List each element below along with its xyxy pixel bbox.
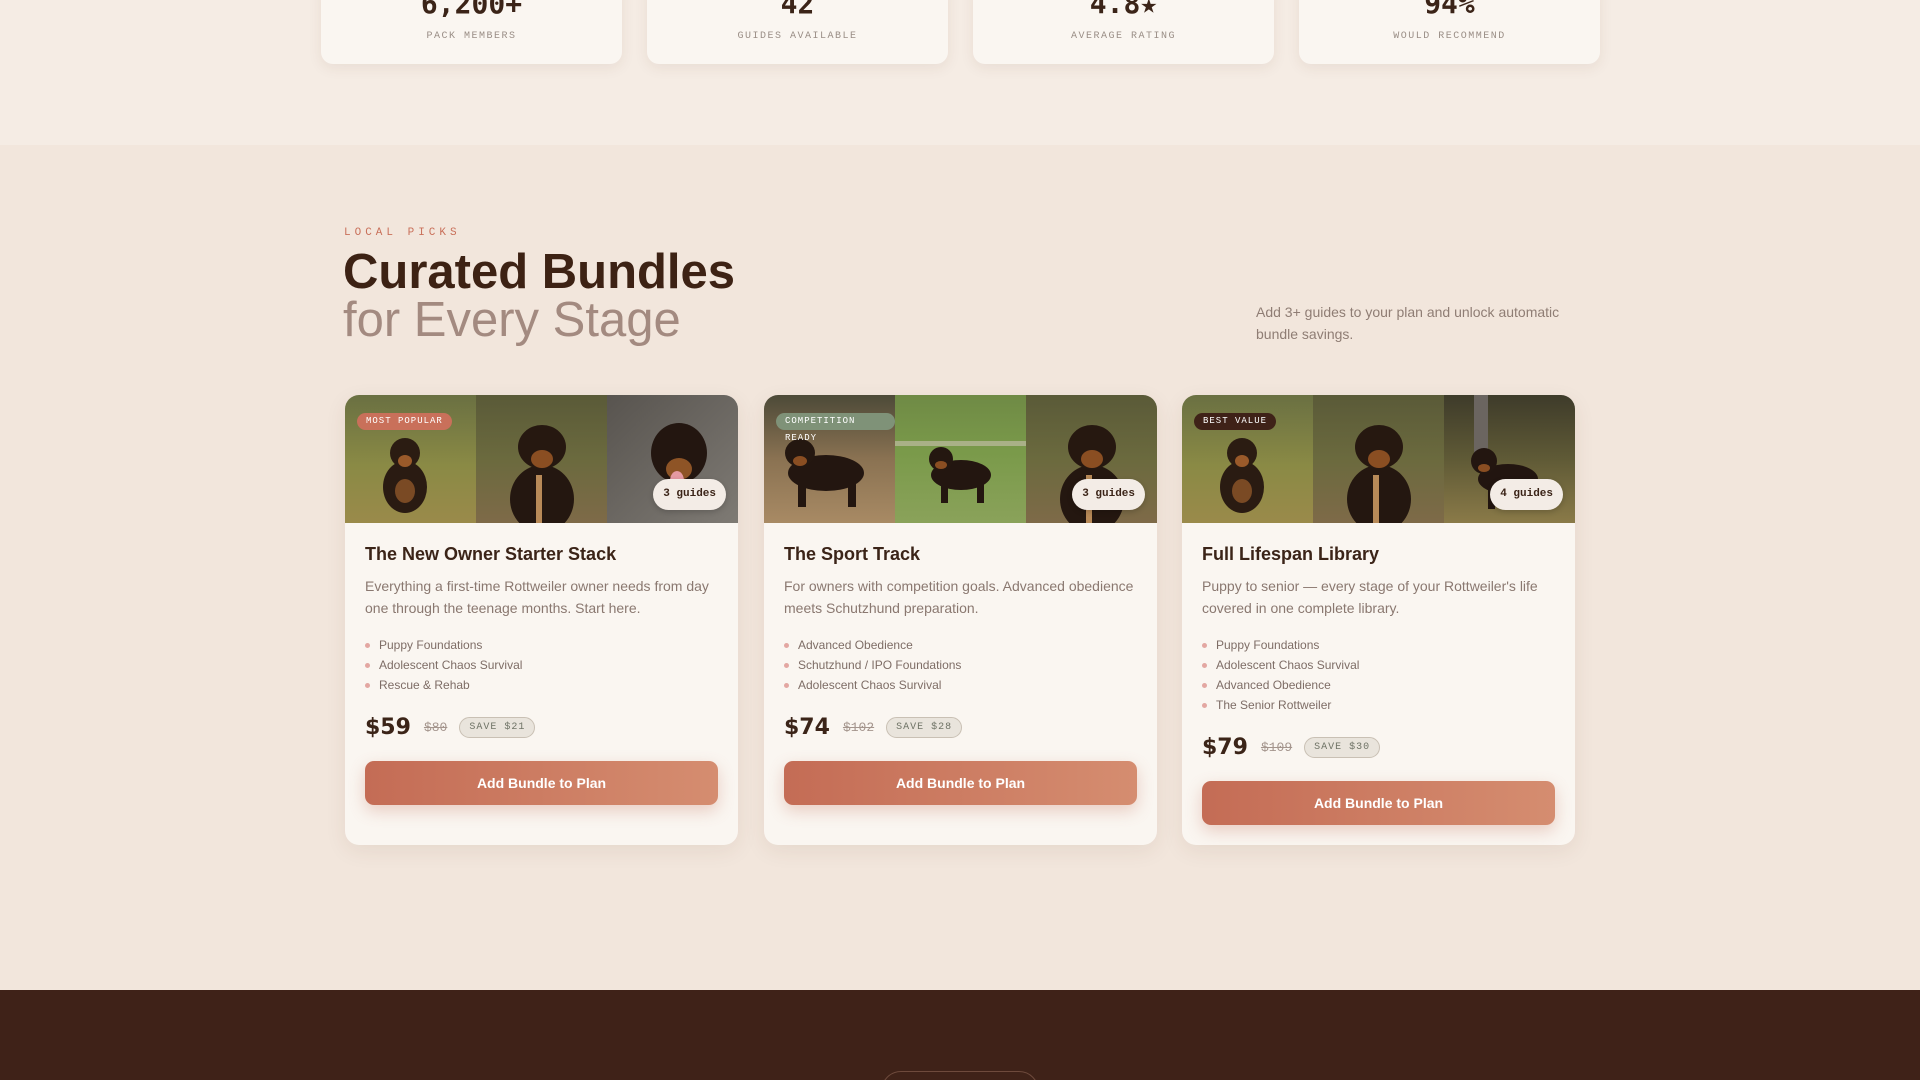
bundle-description: Puppy to senior — every stage of your Ro… (1202, 578, 1538, 616)
bundle-card-starter: MOST POPULAR 3 guides The New Owner Star… (345, 395, 738, 845)
stats-band: 6,200+ PACK MEMBERS 42 GUIDES AVAILABLE … (0, 0, 1920, 145)
price-row: $79 $109 SAVE $30 (1202, 735, 1381, 760)
stat-value: 4.8★ (1089, 0, 1158, 20)
savings-badge: SAVE $21 (459, 717, 536, 738)
bundle-guide-list: Puppy Foundations Adolescent Chaos Survi… (365, 638, 522, 698)
footer-band (0, 990, 1920, 1080)
section-eyebrow: LOCAL PICKS (344, 227, 461, 239)
bullet-icon (365, 663, 370, 668)
price-row: $59 $80 SAVE $21 (365, 715, 536, 740)
list-item: Adolescent Chaos Survival (365, 658, 522, 678)
stat-label: AVERAGE RATING (1070, 31, 1176, 42)
bundle-price: $74 (784, 715, 830, 740)
bullet-icon (784, 683, 789, 688)
list-item: The Senior Rottweiler (1202, 698, 1359, 718)
stat-label: WOULD RECOMMEND (1393, 31, 1506, 42)
guide-count-badge: 3 guides (1072, 479, 1145, 510)
rottweiler-photo (476, 395, 607, 523)
list-item: Puppy Foundations (1202, 638, 1359, 658)
list-item: Adolescent Chaos Survival (1202, 658, 1359, 678)
list-item: Advanced Obedience (1202, 678, 1359, 698)
rottweiler-photo (1313, 395, 1444, 523)
bundle-price: $59 (365, 715, 411, 740)
list-item: Puppy Foundations (365, 638, 522, 658)
bundle-description: Everything a first-time Rottweiler owner… (365, 578, 709, 616)
list-item: Adolescent Chaos Survival (784, 678, 961, 698)
list-item: Schutzhund / IPO Foundations (784, 658, 961, 678)
bullet-icon (784, 643, 789, 648)
bundle-tag: COMPETITION READY (776, 413, 895, 443)
rottweiler-photo: BEST VALUE (1182, 395, 1313, 523)
stat-card-members: 6,200+ PACK MEMBERS (321, 0, 622, 64)
bundle-description: For owners with competition goals. Advan… (784, 578, 1134, 616)
stat-label: GUIDES AVAILABLE (737, 31, 858, 42)
bundle-title: The Sport Track (784, 544, 921, 564)
guide-count-badge: 3 guides (653, 479, 726, 510)
stat-value: 94% (1424, 0, 1475, 20)
section-note: Add 3+ guides to your plan and unlock au… (1256, 304, 1560, 342)
list-item: Rescue & Rehab (365, 678, 522, 698)
stat-label: PACK MEMBERS (426, 31, 517, 42)
stat-value: 42 (780, 0, 815, 20)
bullet-icon (365, 643, 370, 648)
bullet-icon (365, 683, 370, 688)
stat-card-recommend: 94% WOULD RECOMMEND (1299, 0, 1600, 64)
bullet-icon (1202, 703, 1207, 708)
bundle-price: $79 (1202, 735, 1248, 760)
stat-card-rating: 4.8★ AVERAGE RATING (973, 0, 1274, 64)
bullet-icon (1202, 663, 1207, 668)
footer-pill-button[interactable] (881, 1071, 1039, 1080)
original-price: $102 (842, 720, 875, 735)
original-price: $109 (1260, 740, 1293, 755)
bundle-title: Full Lifespan Library (1202, 544, 1380, 564)
savings-badge: SAVE $28 (886, 717, 963, 738)
rottweiler-photo: COMPETITION READY (764, 395, 895, 523)
bundle-card-lifespan: BEST VALUE 4 guides Full Lifespan Librar… (1182, 395, 1575, 845)
bundle-tag: BEST VALUE (1194, 413, 1277, 430)
bullet-icon (1202, 683, 1207, 688)
bundle-guide-list: Advanced Obedience Schutzhund / IPO Foun… (784, 638, 961, 698)
section-subtitle: for Every Stage (343, 293, 681, 347)
bundle-photo-strip: COMPETITION READY 3 guides (764, 395, 1157, 523)
bundle-tag: MOST POPULAR (357, 413, 452, 430)
savings-badge: SAVE $30 (1304, 737, 1381, 758)
rottweiler-photo: MOST POPULAR (345, 395, 476, 523)
original-price: $80 (423, 720, 448, 735)
list-item: Advanced Obedience (784, 638, 961, 658)
add-bundle-button[interactable]: Add Bundle to Plan (1202, 781, 1555, 825)
rottweiler-photo: 3 guides (1026, 395, 1157, 523)
bundle-guide-list: Puppy Foundations Adolescent Chaos Survi… (1202, 638, 1359, 718)
rottweiler-photo (895, 395, 1026, 523)
rottweiler-photo: 3 guides (607, 395, 738, 523)
price-row: $74 $102 SAVE $28 (784, 715, 963, 740)
rottweiler-photo: 4 guides (1444, 395, 1575, 523)
add-bundle-button[interactable]: Add Bundle to Plan (784, 761, 1137, 805)
bundle-card-sport: COMPETITION READY 3 guides The Sport Tra… (764, 395, 1157, 845)
stat-card-guides: 42 GUIDES AVAILABLE (647, 0, 948, 64)
guide-count-badge: 4 guides (1490, 479, 1563, 510)
bullet-icon (1202, 643, 1207, 648)
stat-value: 6,200+ (420, 0, 523, 20)
add-bundle-button[interactable]: Add Bundle to Plan (365, 761, 718, 805)
bundle-photo-strip: BEST VALUE 4 guides (1182, 395, 1575, 523)
bullet-icon (784, 663, 789, 668)
bundle-title: The New Owner Starter Stack (365, 544, 617, 564)
bundle-photo-strip: MOST POPULAR 3 guides (345, 395, 738, 523)
